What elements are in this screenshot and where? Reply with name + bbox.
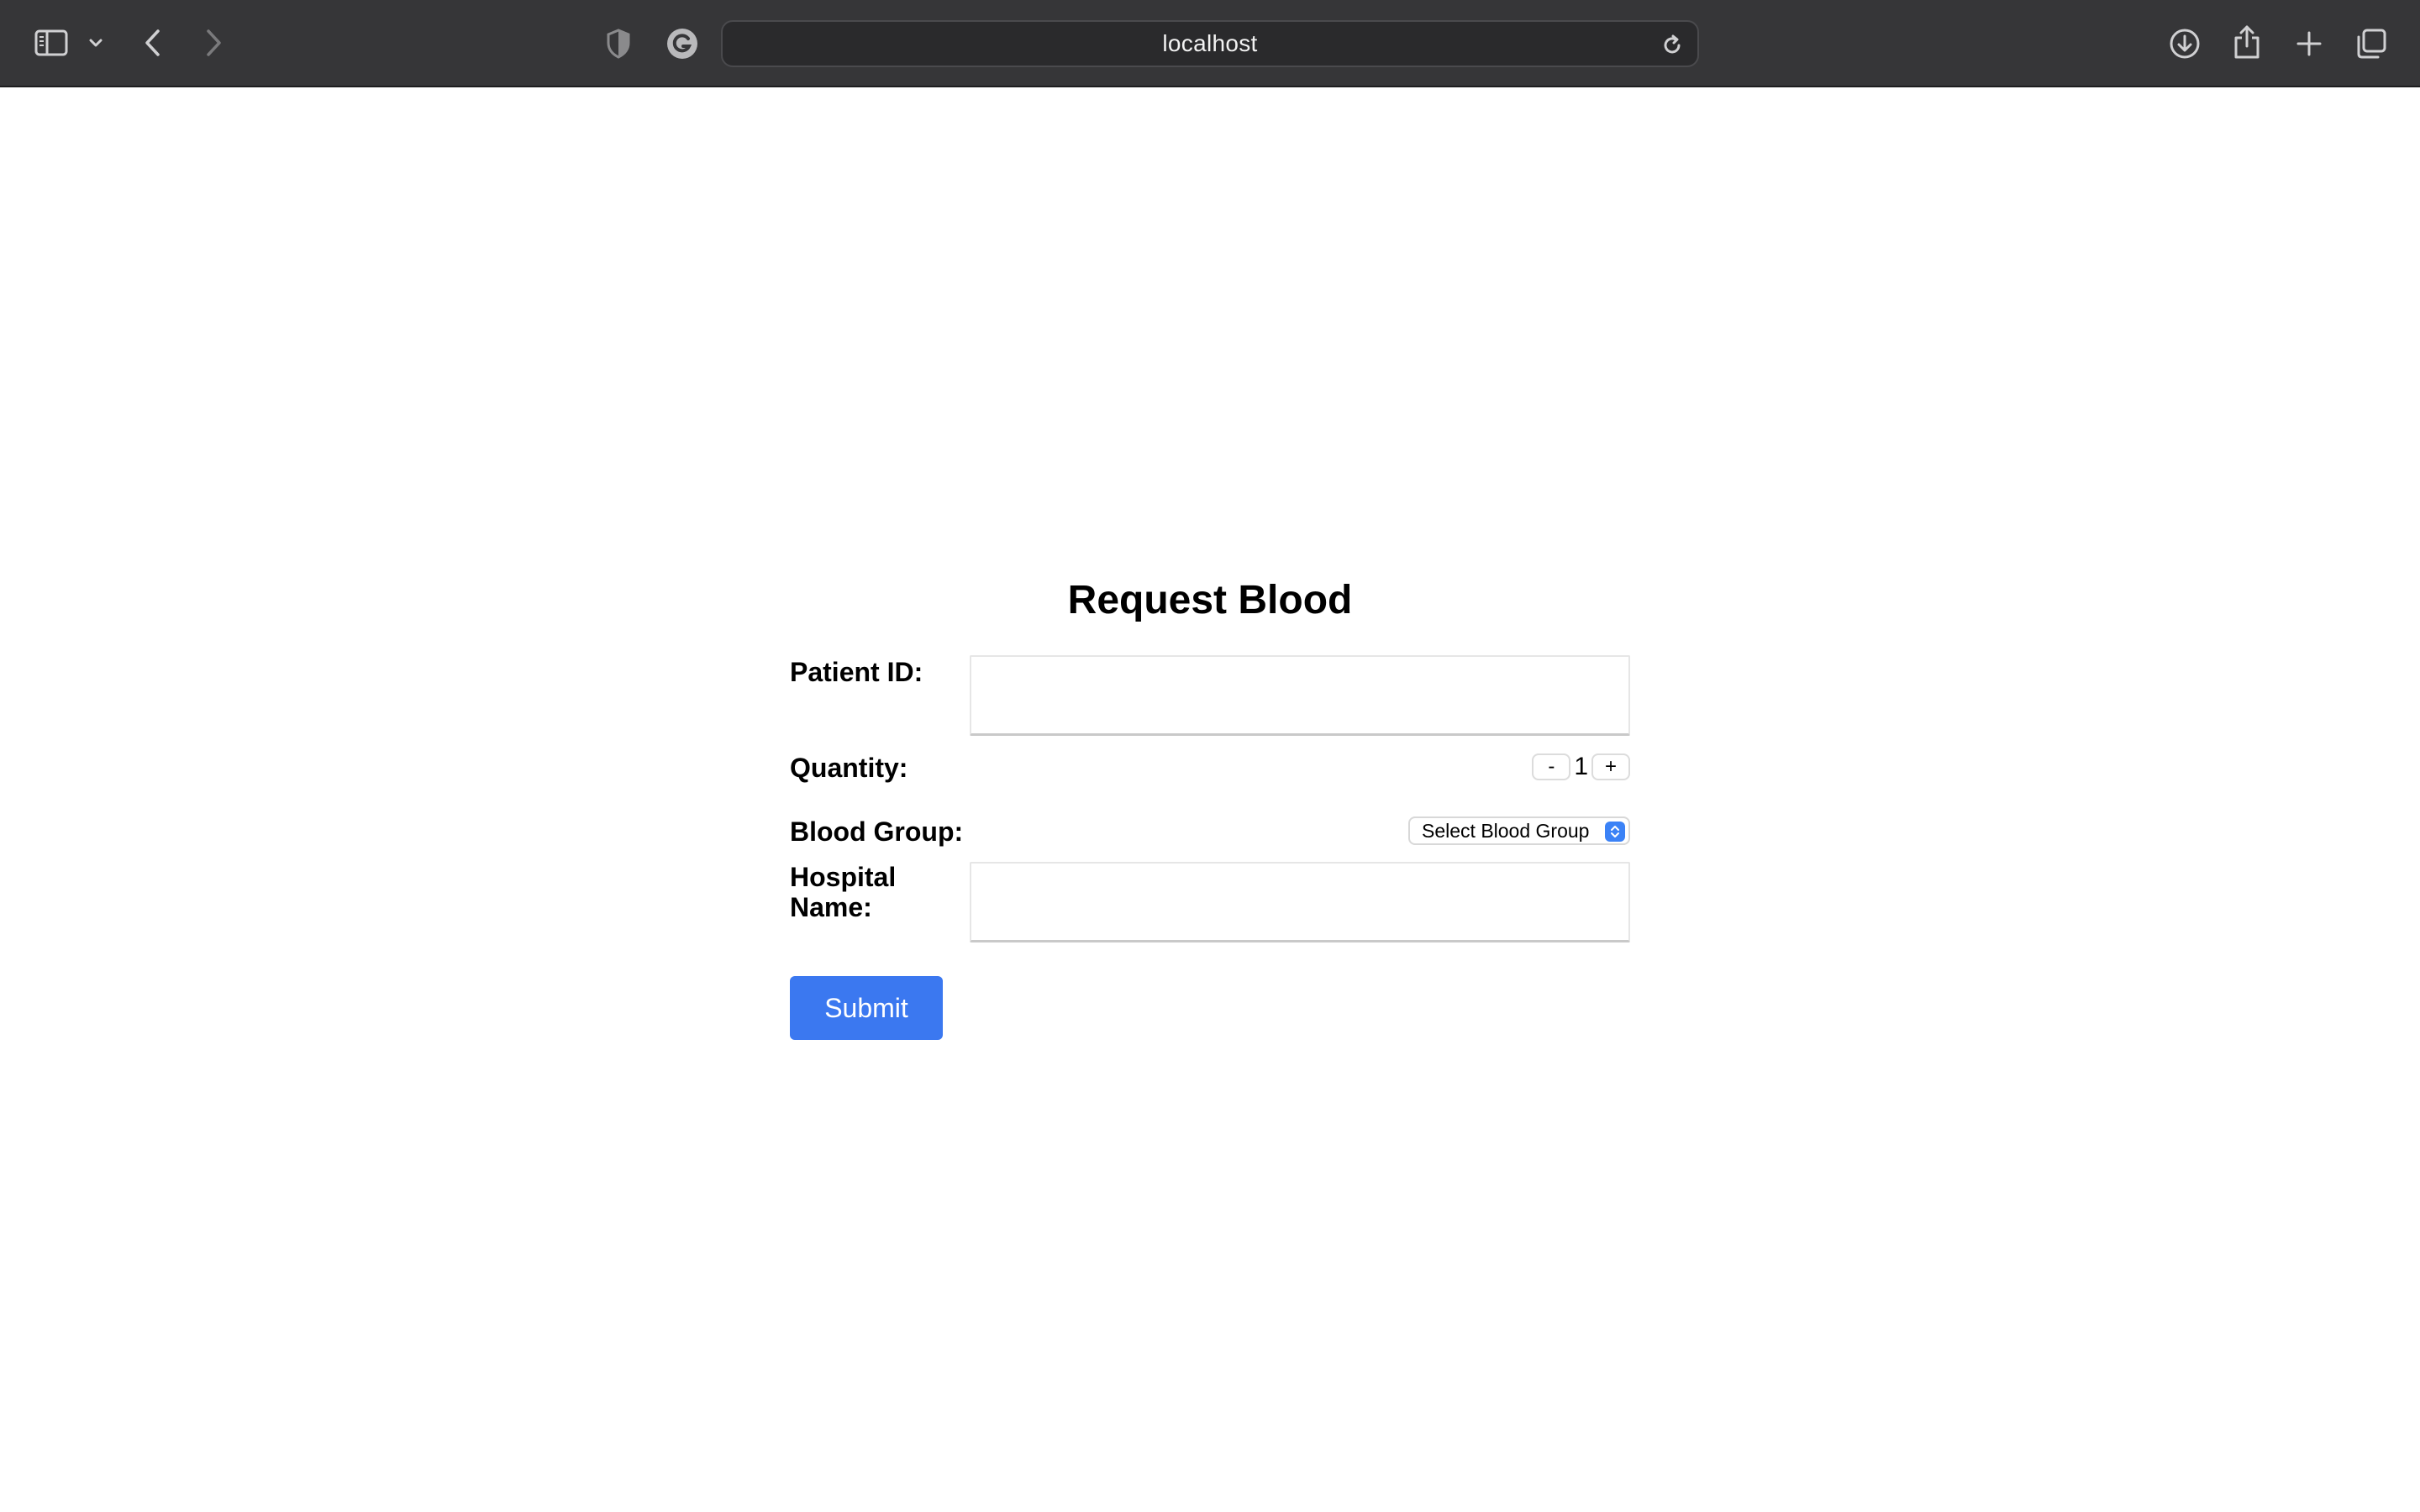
new-tab-icon[interactable] xyxy=(2292,25,2326,62)
submit-button[interactable]: Submit xyxy=(790,976,943,1040)
grammarly-icon[interactable] xyxy=(664,25,701,62)
share-icon[interactable] xyxy=(2230,22,2264,62)
quantity-stepper: - 1 + xyxy=(1532,753,1630,781)
address-bar[interactable]: localhost xyxy=(721,20,1699,67)
blood-group-row: Blood Group: Select Blood Group xyxy=(790,816,1630,850)
select-arrows-icon xyxy=(1605,822,1625,842)
hospital-name-label-line2: Name: xyxy=(790,892,872,922)
patient-id-input[interactable] xyxy=(970,655,1630,736)
patient-id-row: Patient ID: xyxy=(790,655,1630,736)
forward-icon[interactable] xyxy=(197,24,230,62)
tabs-overview-icon[interactable] xyxy=(2353,25,2390,62)
quantity-row: Quantity: - 1 + xyxy=(790,753,1630,786)
patient-id-label: Patient ID: xyxy=(790,657,923,687)
reload-icon[interactable] xyxy=(1655,29,1689,62)
address-text: localhost xyxy=(1162,30,1258,56)
hospital-name-row: Hospital Name: xyxy=(790,862,1630,942)
quantity-decrement-button[interactable]: - xyxy=(1532,753,1571,780)
blood-group-select[interactable]: Select Blood Group xyxy=(1408,816,1630,845)
download-icon[interactable] xyxy=(2166,25,2203,62)
quantity-increment-button[interactable]: + xyxy=(1591,753,1630,780)
shield-icon[interactable] xyxy=(602,25,635,62)
hospital-name-label-line1: Hospital xyxy=(790,862,897,892)
page-title: Request Blood xyxy=(1067,578,1353,622)
browser-toolbar: localhost xyxy=(0,0,2420,87)
quantity-value: 1 xyxy=(1574,753,1588,780)
back-icon[interactable] xyxy=(136,24,170,62)
hospital-name-label: Hospital Name: xyxy=(790,862,896,922)
blood-group-selected: Select Blood Group xyxy=(1422,819,1590,842)
blood-group-label: Blood Group: xyxy=(790,816,964,847)
sidebar-icon[interactable] xyxy=(32,25,71,60)
request-blood-form: Request Blood Patient ID: Quantity: - 1 … xyxy=(790,571,1630,1040)
chevron-down-icon[interactable] xyxy=(84,30,108,55)
hospital-name-input[interactable] xyxy=(970,862,1630,942)
quantity-label: Quantity: xyxy=(790,753,908,783)
